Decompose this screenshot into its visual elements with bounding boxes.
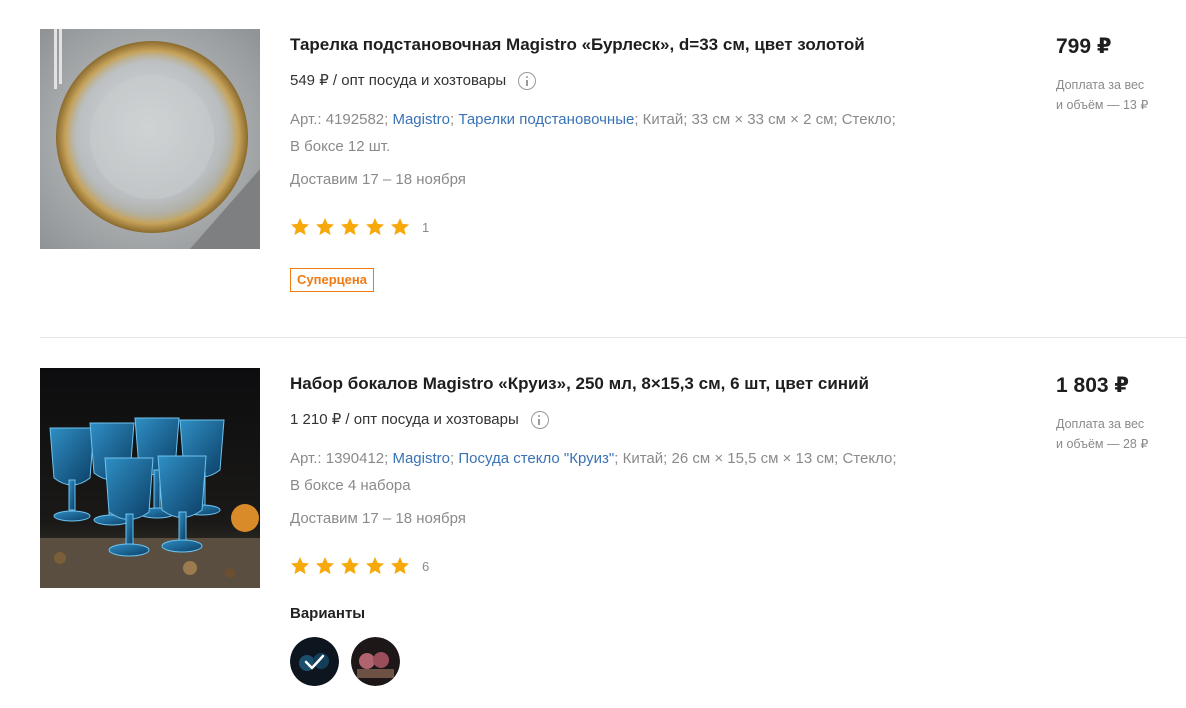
brand-link[interactable]: Magistro xyxy=(392,111,450,128)
separator: ; xyxy=(634,111,639,128)
superprice-badge: Суперцена xyxy=(290,268,374,292)
delivery-date: Доставим 17 – 18 ноября xyxy=(290,510,466,527)
star-icon xyxy=(391,218,409,236)
surcharge-line: Доплата за вес xyxy=(1056,78,1145,92)
product-card: Тарелка подстановочная Magistro «Бурлеск… xyxy=(40,29,1186,337)
star-icon xyxy=(341,557,359,575)
price-column: 1 803 ₽ Доплата за вес и объём — 28 ₽ xyxy=(1056,368,1186,454)
rating[interactable]: 1 xyxy=(290,216,990,238)
product-divider xyxy=(40,337,1186,338)
info-icon[interactable] xyxy=(530,411,549,429)
product-meta: Арт.: 1390412; Magistro; Посуда стекло "… xyxy=(290,445,990,499)
star-icon xyxy=(316,557,334,575)
surcharge-line: и объём — 28 ₽ xyxy=(1056,437,1149,451)
star-icon xyxy=(291,218,309,236)
product-image[interactable] xyxy=(40,29,260,249)
wholesale-price-text: 549 ₽ / опт посуда и хозтовары xyxy=(290,72,507,89)
product-title[interactable]: Набор бокалов Magistro «Круиз», 250 мл, … xyxy=(290,374,990,394)
article-number: Арт.: 1390412; xyxy=(290,450,389,467)
price-column: 799 ₽ Доплата за вес и объём — 13 ₽ xyxy=(1056,29,1186,115)
variants-list xyxy=(290,637,990,686)
rating[interactable]: 6 xyxy=(290,555,990,577)
variant-blue-swatch[interactable] xyxy=(290,637,339,686)
star-icon xyxy=(341,218,359,236)
product-specs: Китай; 33 см × 33 см × 2 см; Стекло; xyxy=(642,111,896,128)
surcharge-note: Доплата за вес и объём — 28 ₽ xyxy=(1056,414,1186,454)
article-number: Арт.: 4192582; xyxy=(290,111,389,128)
surcharge-note: Доплата за вес и объём — 13 ₽ xyxy=(1056,75,1186,115)
variant-pink-swatch[interactable] xyxy=(351,637,400,686)
plate-photo-icon xyxy=(40,29,260,249)
product-price: 1 803 ₽ xyxy=(1056,374,1129,397)
box-quantity: В боксе 4 набора xyxy=(290,477,411,494)
category-link[interactable]: Посуда стекло "Круиз" xyxy=(458,450,614,467)
separator: ; xyxy=(450,111,455,128)
goblets-photo-icon xyxy=(40,368,260,588)
separator: ; xyxy=(614,450,619,467)
product-info: Набор бокалов Magistro «Круиз», 250 мл, … xyxy=(290,368,990,686)
product-specs: Китай; 26 см × 15,5 см × 13 см; Стекло; xyxy=(622,450,897,467)
star-icon xyxy=(366,218,384,236)
variants-heading: Варианты xyxy=(290,605,366,622)
info-icon[interactable] xyxy=(518,72,537,90)
wholesale-price: 1 210 ₽ / опт посуда и хозтовары xyxy=(290,410,990,430)
category-link[interactable]: Тарелки подстановочные xyxy=(458,111,634,128)
product-title[interactable]: Тарелка подстановочная Magistro «Бурлеск… xyxy=(290,35,990,55)
brand-link[interactable]: Magistro xyxy=(392,450,450,467)
review-count: 1 xyxy=(422,219,430,235)
product-price: 799 ₽ xyxy=(1056,35,1112,58)
wholesale-price-text: 1 210 ₽ / опт посуда и хозтовары xyxy=(290,411,519,428)
box-quantity: В боксе 12 шт. xyxy=(290,138,391,155)
product-meta: Арт.: 4192582; Magistro; Тарелки подстан… xyxy=(290,106,990,160)
product-card: Набор бокалов Magistro «Круиз», 250 мл, … xyxy=(40,368,1186,708)
star-icon xyxy=(316,218,334,236)
star-icon xyxy=(291,557,309,575)
product-image[interactable] xyxy=(40,368,260,588)
review-count: 6 xyxy=(422,558,430,574)
delivery-date: Доставим 17 – 18 ноября xyxy=(290,171,466,188)
star-icon xyxy=(391,557,409,575)
surcharge-line: и объём — 13 ₽ xyxy=(1056,98,1149,112)
surcharge-line: Доплата за вес xyxy=(1056,417,1145,431)
wholesale-price: 549 ₽ / опт посуда и хозтовары xyxy=(290,71,990,91)
product-info: Тарелка подстановочная Magistro «Бурлеск… xyxy=(290,29,990,292)
star-icon xyxy=(366,557,384,575)
separator: ; xyxy=(450,450,455,467)
